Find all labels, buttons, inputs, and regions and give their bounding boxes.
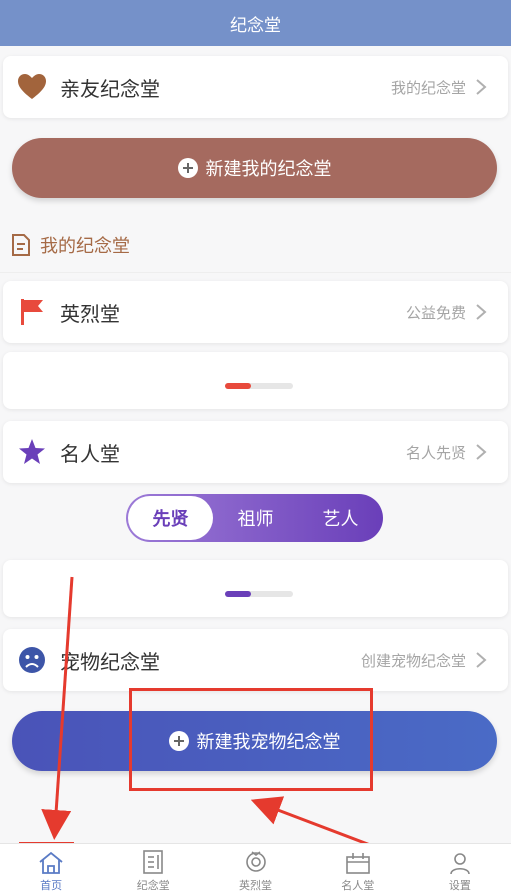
hall-icon xyxy=(345,853,370,874)
wreath-icon xyxy=(245,851,266,872)
memorial-list-icon xyxy=(143,850,164,874)
annotation-arrows xyxy=(41,576,416,864)
tab-memorial[interactable]: 纪念堂 xyxy=(102,844,204,896)
tab-memorial-label: 纪念堂 xyxy=(136,879,170,892)
tab-martyrs-label: 英烈堂 xyxy=(239,879,272,892)
tab-home-label: 首页 xyxy=(40,879,63,892)
tab-celebrity-label: 名人堂 xyxy=(341,879,375,892)
tab-settings-label: 设置 xyxy=(448,879,471,892)
tab-home[interactable]: 首页 xyxy=(0,844,102,896)
user-icon xyxy=(450,853,470,875)
bottom-tab-bar: 首页 纪念堂 英烈堂 名人堂 设置 xyxy=(0,843,511,896)
tab-martyrs[interactable]: 英烈堂 xyxy=(204,844,306,896)
tab-settings[interactable]: 设置 xyxy=(409,844,511,896)
home-icon xyxy=(39,851,63,874)
tab-celebrity[interactable]: 名人堂 xyxy=(307,844,409,896)
